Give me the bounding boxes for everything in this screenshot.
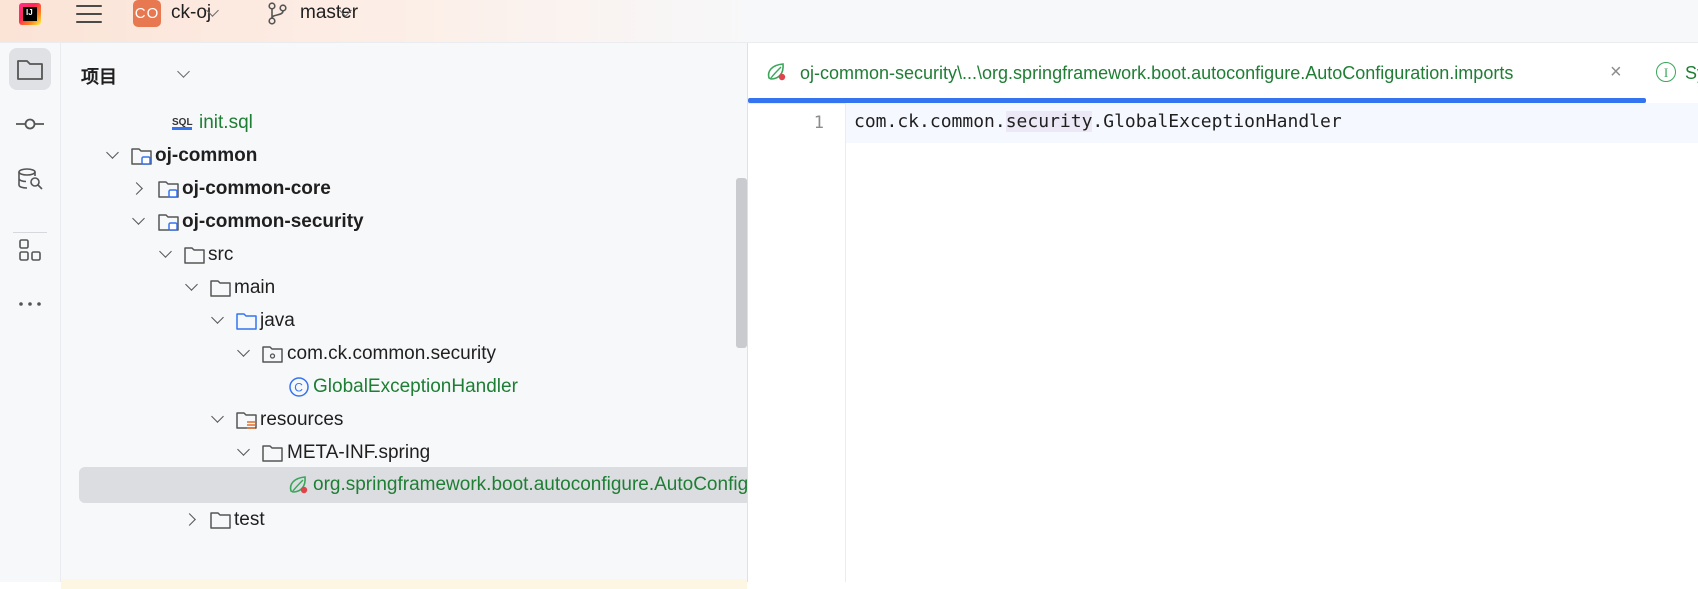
- module-folder-icon: [158, 214, 179, 231]
- source-folder-icon: [236, 313, 257, 330]
- code-line[interactable]: com.ck.common.security.GlobalExceptionHa…: [846, 103, 1698, 143]
- database-search-icon: [18, 168, 43, 190]
- code-highlight: security: [1005, 111, 1093, 132]
- tree-item-label: resources: [260, 409, 344, 430]
- tree-item-label: src: [208, 244, 234, 265]
- expand-arrow-icon[interactable]: [106, 146, 119, 159]
- spring-file-icon: [289, 476, 308, 494]
- tree-row-selected[interactable]: org.springframework.boot.autoconfigure.A…: [61, 467, 747, 503]
- tree-item-label: oj-common: [155, 145, 258, 166]
- project-name[interactable]: ck-oj: [171, 2, 211, 24]
- project-badge[interactable]: CO: [133, 0, 161, 27]
- more-tools-button[interactable]: [9, 283, 51, 325]
- tree-item-label: com.ck.common.security: [287, 343, 497, 364]
- expand-arrow-icon[interactable]: [211, 311, 224, 324]
- project-tool-button[interactable]: [9, 48, 51, 90]
- sql-file-icon: SQL: [172, 117, 193, 130]
- code-text[interactable]: com.ck.common.security.GlobalExceptionHa…: [854, 111, 1342, 132]
- tree-item-label: java: [260, 310, 295, 331]
- tree-row[interactable]: java: [61, 303, 747, 339]
- project-tree: SQL init.sql oj-common oj-common-core oj…: [61, 103, 747, 582]
- folder-icon: [262, 445, 283, 462]
- code-segment: .GlobalExceptionHandler: [1092, 111, 1342, 132]
- main-menu-icon[interactable]: [76, 2, 102, 26]
- editor-area: oj-common-security\...\org.springframewo…: [748, 43, 1698, 582]
- git-branch-icon[interactable]: [266, 1, 288, 25]
- panel-bottom-strip: [61, 579, 747, 589]
- collapse-arrow-icon[interactable]: [183, 513, 196, 526]
- package-icon: [262, 346, 283, 363]
- line-number: 1: [813, 113, 824, 133]
- tree-item-label: main: [234, 277, 276, 298]
- expand-arrow-icon[interactable]: [132, 212, 145, 225]
- module-folder-icon: [131, 148, 152, 165]
- code-segment: com.ck.common.: [854, 111, 1006, 132]
- expand-arrow-icon[interactable]: [159, 245, 172, 258]
- editor-tab-active[interactable]: oj-common-security\...\org.springframewo…: [748, 43, 1646, 103]
- tree-row[interactable]: oj-common-security: [61, 204, 747, 240]
- expand-arrow-icon[interactable]: [185, 278, 198, 291]
- svg-text:C: C: [294, 381, 303, 395]
- collapse-arrow-icon[interactable]: [130, 182, 143, 195]
- tree-item-label: org.springframework.boot.autoconfigure.A…: [313, 474, 747, 495]
- intellij-logo-icon[interactable]: IJ: [19, 3, 41, 25]
- close-icon[interactable]: ×: [1610, 61, 1622, 84]
- panel-dropdown-chevron-icon[interactable]: [177, 65, 190, 78]
- tree-item-label: test: [234, 509, 265, 530]
- tree-scrollbar[interactable]: [736, 178, 747, 348]
- resources-folder-icon: [236, 412, 257, 429]
- structure-tool-button[interactable]: [9, 229, 51, 271]
- folder-icon: [210, 512, 231, 529]
- tree-row[interactable]: src: [61, 237, 747, 273]
- title-bar: IJ CO ck-oj master: [0, 0, 1698, 43]
- spring-file-icon: [767, 63, 786, 81]
- editor-tab-second[interactable]: Sy: [1685, 63, 1698, 84]
- tree-row[interactable]: resources: [61, 402, 747, 438]
- tree-item-label: init.sql: [199, 112, 253, 133]
- panel-title[interactable]: 项目: [81, 63, 117, 89]
- project-panel-header: 项目: [61, 43, 747, 103]
- line-number-gutter: 1: [748, 103, 846, 582]
- more-icon: [19, 302, 41, 306]
- tree-item-label: META-INF.spring: [287, 442, 431, 463]
- folder-icon: [184, 247, 205, 264]
- class-icon: C: [289, 377, 309, 397]
- commit-tool-button[interactable]: [9, 103, 51, 145]
- expand-arrow-icon[interactable]: [211, 410, 224, 423]
- project-panel: 项目 SQL init.sql oj-common oj-common-core…: [61, 43, 747, 589]
- editor-tab-bar: oj-common-security\...\org.springframewo…: [748, 43, 1698, 104]
- tree-item-label: GlobalExceptionHandler: [313, 376, 518, 397]
- module-folder-icon: [158, 181, 179, 198]
- tab-label: oj-common-security\...\org.springframewo…: [800, 63, 1514, 83]
- tree-row[interactable]: SQL init.sql: [61, 105, 747, 141]
- tree-row[interactable]: oj-common: [61, 138, 747, 174]
- tree-row[interactable]: C GlobalExceptionHandler: [61, 369, 747, 405]
- expand-arrow-icon[interactable]: [237, 443, 250, 456]
- tree-row[interactable]: test: [61, 502, 747, 538]
- svg-text:SQL: SQL: [172, 117, 193, 128]
- database-tool-button[interactable]: [9, 157, 51, 199]
- tree-item-label: oj-common-core: [182, 178, 331, 199]
- folder-icon: [17, 60, 43, 80]
- structure-icon: [19, 239, 41, 261]
- tree-row[interactable]: com.ck.common.security: [61, 336, 747, 372]
- tool-window-strip: [0, 43, 61, 582]
- commit-icon: [16, 118, 44, 130]
- expand-arrow-icon[interactable]: [237, 344, 250, 357]
- tree-item-label: oj-common-security: [182, 211, 364, 232]
- tree-row[interactable]: META-INF.spring: [61, 435, 747, 471]
- interface-icon: I: [1656, 62, 1676, 82]
- tree-row[interactable]: main: [61, 270, 747, 306]
- tree-row[interactable]: oj-common-core: [61, 171, 747, 207]
- folder-icon: [210, 280, 231, 297]
